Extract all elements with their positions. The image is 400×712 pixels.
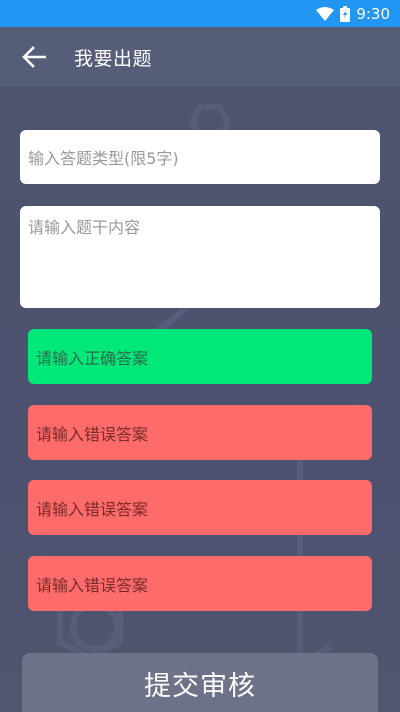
wifi-icon	[316, 6, 335, 21]
back-button[interactable]	[14, 37, 54, 77]
app-bar: 我要出题	[0, 27, 400, 87]
submit-review-button[interactable]: 提交审核	[22, 653, 378, 712]
battery-icon	[340, 5, 351, 22]
question-type-input[interactable]: 输入答题类型(限5字)	[20, 130, 380, 184]
form-area: 输入答题类型(限5字) 请输入题干内容 请输入正确答案 请输入错误答案 请输入错…	[0, 87, 400, 712]
page-title: 我要出题	[74, 47, 153, 70]
question-stem-textarea[interactable]: 请输入题干内容	[20, 206, 380, 308]
status-bar: 9:30	[0, 0, 400, 27]
wrong-answer-input-3[interactable]: 请输入错误答案	[28, 556, 372, 611]
correct-answer-input[interactable]: 请输入正确答案	[28, 329, 372, 384]
arrow-left-icon	[22, 46, 46, 68]
wrong-answer-input-1[interactable]: 请输入错误答案	[28, 405, 372, 460]
wrong-answer-input-2[interactable]: 请输入错误答案	[28, 480, 372, 535]
status-time: 9:30	[356, 4, 390, 23]
